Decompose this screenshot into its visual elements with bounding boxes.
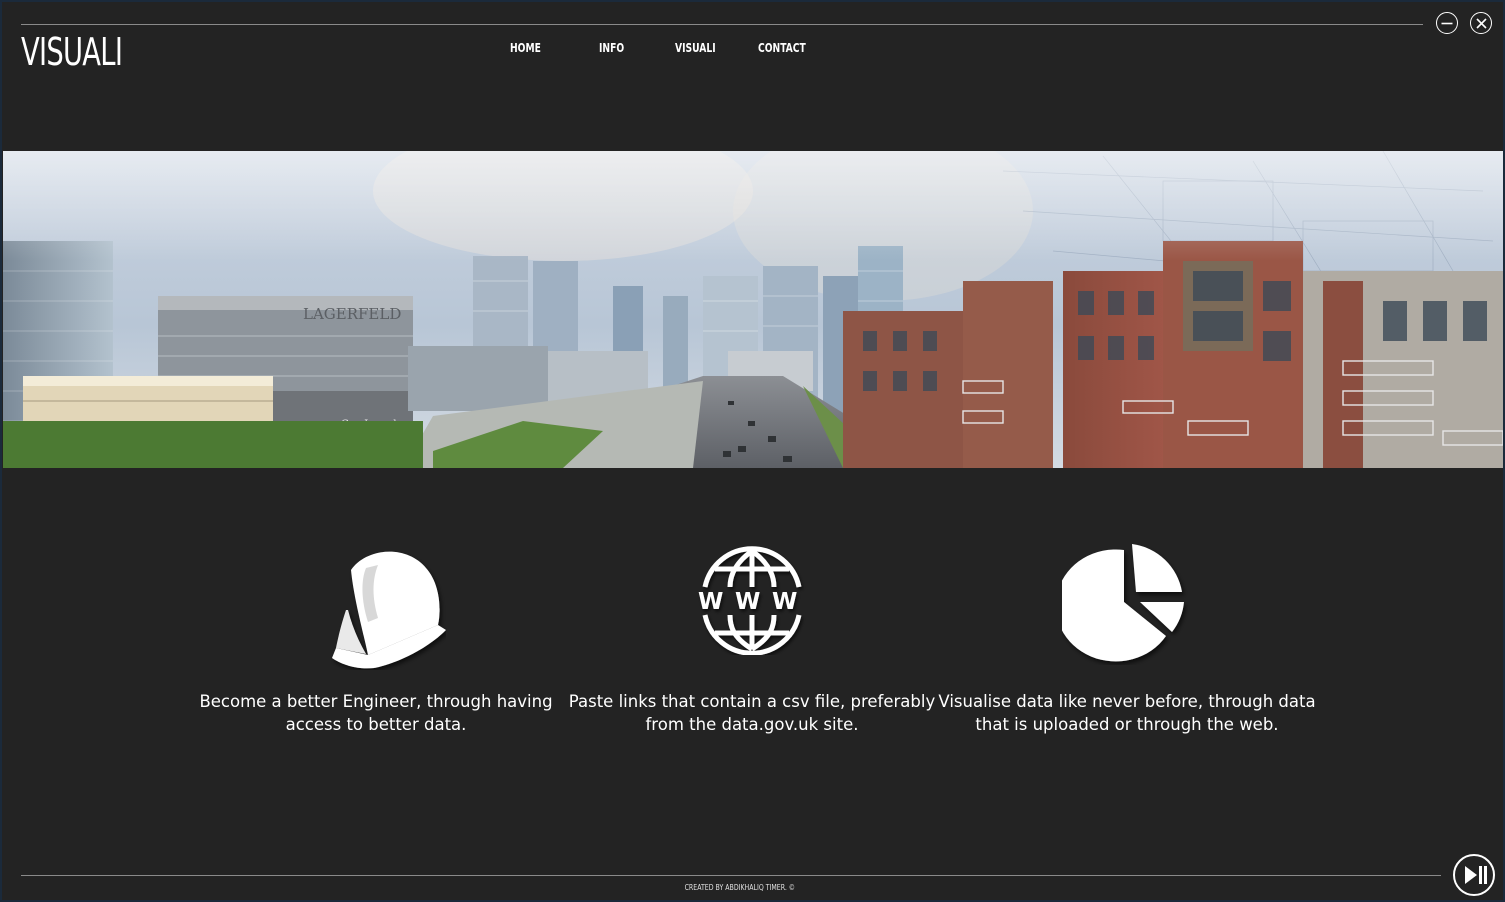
feature-visualise-text: Visualise data like never before, throug… — [938, 692, 1316, 734]
close-icon — [1476, 18, 1487, 29]
play-pause-icon — [1465, 866, 1487, 884]
nav-home-link[interactable]: HOME — [510, 41, 541, 55]
lagerfeld-sign: LAGERFELD — [303, 305, 401, 323]
nav-contact-link[interactable]: CONTACT — [758, 41, 806, 55]
hero-banner-image: LAGERFELD Guy Laroche — [3, 151, 1503, 468]
app-window: VISUALI HOME INFO VISUALI CONTACT LAGERF… — [0, 0, 1505, 902]
close-button[interactable] — [1470, 12, 1492, 34]
footer-divider — [21, 875, 1441, 876]
www-globe-icon: WWW — [698, 546, 802, 655]
svg-text:W: W — [735, 589, 760, 615]
minimize-button[interactable] — [1436, 12, 1458, 34]
feature-engineer-text: Become a better Engineer, through having… — [199, 692, 553, 734]
feature-links-text: Paste links that contain a csv file, pre… — [568, 692, 936, 734]
credit-text: CREATED BY ABDIKHALIQ TIMER. © — [684, 883, 796, 892]
svg-text:W: W — [772, 589, 797, 615]
svg-text:W: W — [698, 589, 723, 615]
play-pause-button[interactable] — [1453, 854, 1495, 896]
hard-hat-icon — [332, 551, 446, 669]
footer-credit: CREATED BY ABDIKHALIQ TIMER. © — [0, 883, 1480, 892]
nav-info-link[interactable]: INFO — [599, 41, 624, 55]
pie-chart-icon — [1062, 544, 1184, 662]
app-logo[interactable]: VISUALI — [21, 30, 123, 74]
minimize-icon — [1441, 22, 1453, 25]
nav-visuali-link[interactable]: VISUALI — [675, 41, 716, 55]
header-divider — [21, 24, 1423, 25]
